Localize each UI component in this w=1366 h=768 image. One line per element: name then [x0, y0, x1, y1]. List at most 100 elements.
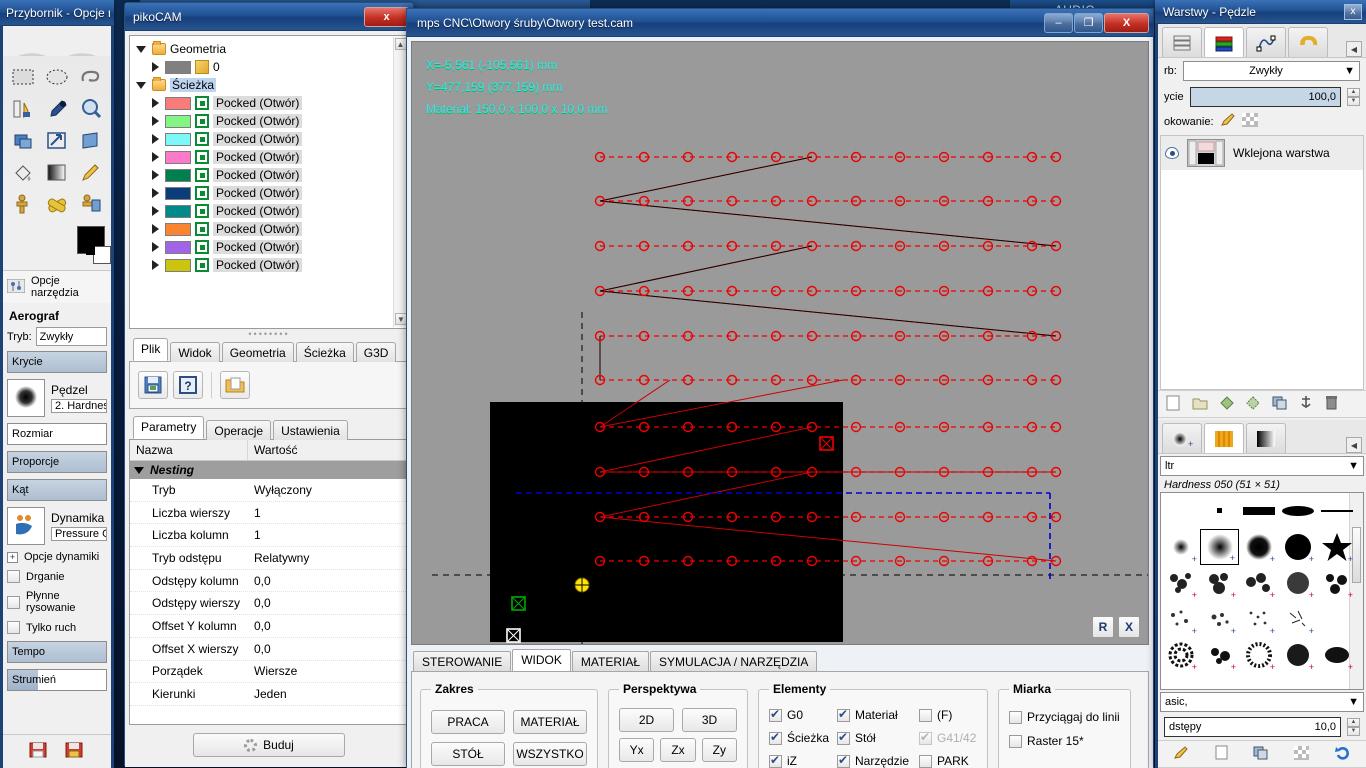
- tab-plik[interactable]: Plik: [133, 338, 169, 361]
- list-item[interactable]: Wklejona warstwa: [1161, 136, 1363, 170]
- btn-2d[interactable]: 2D: [619, 708, 674, 732]
- brush-combo[interactable]: 2. Hardness 050: [51, 399, 107, 413]
- background-color-swatch[interactable]: [93, 246, 111, 264]
- tree-node-sciezka[interactable]: Ścieżka: [134, 76, 408, 94]
- color-swatch[interactable]: [165, 222, 191, 236]
- new-brush-icon[interactable]: [1215, 745, 1228, 763]
- chevron-right-icon[interactable]: [152, 62, 159, 72]
- param-value[interactable]: Relatywny: [248, 551, 408, 565]
- dynamics-selector[interactable]: Dynamika Pressure Opacit: [7, 507, 107, 545]
- chevron-down-icon[interactable]: ▼: [1348, 696, 1359, 708]
- tree-scrollbar[interactable]: ▲ ▼: [393, 37, 407, 327]
- table-row[interactable]: Liczba kolumn 1: [130, 524, 408, 548]
- chevron-right-icon[interactable]: [152, 224, 159, 234]
- splitter-grip[interactable]: ••••••••: [129, 329, 409, 339]
- chevron-right-icon[interactable]: [152, 170, 159, 180]
- dynamics-combo[interactable]: Pressure Opacit: [51, 527, 107, 541]
- elementy-checkbox[interactable]: [769, 753, 782, 768]
- list-item[interactable]: +: [1200, 601, 1239, 637]
- color-swatch[interactable]: [165, 204, 191, 218]
- dynamics-options-expander[interactable]: + Opcje dynamiki: [7, 551, 107, 563]
- opacity-spinner[interactable]: ▲ ▼: [1347, 88, 1360, 106]
- duplicate-brush-icon[interactable]: [1253, 746, 1268, 763]
- miarka-checkbox-row[interactable]: Przyciągaj do linii: [1009, 710, 1120, 724]
- opacity-slider[interactable]: Krycie: [7, 351, 107, 373]
- list-item[interactable]: +: [1278, 637, 1317, 673]
- tree-node-path-item[interactable]: Pocked (Otwór): [134, 130, 408, 148]
- miarka-checkbox-row[interactable]: Raster 15*: [1009, 734, 1120, 748]
- chevron-down-icon[interactable]: ▼: [1344, 65, 1355, 77]
- color-swatch[interactable]: [165, 60, 191, 74]
- anchor-icon[interactable]: [1299, 395, 1313, 413]
- perspective-clone-icon[interactable]: [75, 190, 107, 220]
- new-layer-icon[interactable]: [1166, 395, 1180, 414]
- list-item[interactable]: [1239, 493, 1278, 529]
- scroll-up-arrow[interactable]: ▲: [394, 38, 407, 50]
- free-select-icon[interactable]: [75, 62, 107, 92]
- color-swatch[interactable]: [165, 258, 191, 272]
- jitter-checkbox-row[interactable]: Drganie: [7, 570, 107, 583]
- layer-opacity-field[interactable]: 100,0: [1189, 87, 1341, 107]
- list-item[interactable]: +: [1161, 565, 1200, 601]
- maximize-button[interactable]: ❐: [1074, 12, 1103, 33]
- table-row[interactable]: Kierunki Jeden: [130, 683, 408, 706]
- visibility-eye-icon[interactable]: [1165, 147, 1179, 159]
- list-item[interactable]: +: [1317, 529, 1356, 565]
- table-row[interactable]: Tryb odstępu Relatywny: [130, 547, 408, 570]
- layer-mode-combo[interactable]: Zwykły ▼: [1182, 61, 1360, 81]
- dynamics-thumbnail[interactable]: [7, 507, 45, 545]
- chevron-right-icon[interactable]: [152, 188, 159, 198]
- param-value[interactable]: Jeden: [248, 687, 408, 701]
- size-slider[interactable]: Rozmiar: [7, 423, 107, 445]
- list-item[interactable]: [1278, 493, 1317, 529]
- new-group-icon[interactable]: [1192, 396, 1208, 413]
- lock-alpha-icon[interactable]: [1241, 113, 1258, 130]
- measure-icon[interactable]: [7, 94, 39, 124]
- chevron-right-icon[interactable]: [152, 242, 159, 252]
- tab-widok[interactable]: WIDOK: [512, 649, 571, 671]
- tree-node-path-item[interactable]: Pocked (Otwór): [134, 184, 408, 202]
- list-item[interactable]: [1317, 601, 1356, 637]
- fg-bg-colors[interactable]: [3, 224, 111, 270]
- docks-close-button[interactable]: x: [1344, 3, 1362, 20]
- table-row[interactable]: Odstępy wierszy 0,0: [130, 592, 408, 616]
- duplicate-layer-icon[interactable]: [1272, 396, 1287, 413]
- close-button[interactable]: X: [1104, 12, 1149, 33]
- brush-dock-tabs[interactable]: + ◀: [1158, 420, 1366, 454]
- chevron-down-icon[interactable]: [136, 45, 146, 53]
- miarka-checkbox[interactable]: [1009, 710, 1022, 724]
- list-item[interactable]: [1317, 493, 1356, 529]
- tree-node-path-item[interactable]: Pocked (Otwór): [134, 238, 408, 256]
- clone-icon[interactable]: [7, 190, 39, 220]
- gradient-icon[interactable]: [41, 158, 73, 188]
- param-value[interactable]: 1: [248, 506, 408, 520]
- brush-thumbnail[interactable]: [7, 379, 45, 417]
- table-row[interactable]: Tryb Wyłączony: [130, 479, 408, 502]
- elementy-checkbox-row[interactable]: G41/42: [919, 730, 977, 745]
- elementy-checkbox[interactable]: [837, 707, 850, 722]
- btn-material[interactable]: MATERIAŁ: [513, 710, 587, 734]
- param-value[interactable]: Wyłączony: [248, 483, 408, 497]
- color-swatch[interactable]: [165, 96, 191, 110]
- reset-view-button[interactable]: R: [1092, 616, 1114, 638]
- list-item[interactable]: +: [1200, 637, 1239, 673]
- param-value[interactable]: Wiersze: [248, 664, 408, 678]
- undo-history-icon[interactable]: [1288, 27, 1328, 57]
- angle-slider[interactable]: Kąt: [7, 479, 107, 501]
- chevron-down-icon[interactable]: ▼: [1348, 460, 1359, 472]
- brush-filter-combo[interactable]: ltr ▼: [1160, 456, 1364, 476]
- tab-g3d[interactable]: G3D: [355, 342, 397, 362]
- tab-parametry[interactable]: Parametry: [133, 416, 205, 439]
- object-tree[interactable]: ▲ ▼ Geometria 0 Ścieżka Pocked (Otwór) Po…: [129, 35, 409, 329]
- open-folder-icon[interactable]: [220, 371, 250, 399]
- table-row[interactable]: Liczba wierszy 1: [130, 502, 408, 525]
- param-value[interactable]: 0,0: [248, 596, 408, 610]
- help-icon[interactable]: ?: [173, 371, 203, 399]
- tree-node-path-item[interactable]: Pocked (Otwór): [134, 148, 408, 166]
- elementy-checkbox-row[interactable]: Stół: [837, 730, 919, 745]
- table-row[interactable]: Porządek Wiersze: [130, 661, 408, 684]
- paths-icon[interactable]: [1246, 27, 1286, 57]
- color-swatch[interactable]: [165, 114, 191, 128]
- color-picker-icon[interactable]: [41, 94, 73, 124]
- miarka-checkbox[interactable]: [1009, 734, 1022, 748]
